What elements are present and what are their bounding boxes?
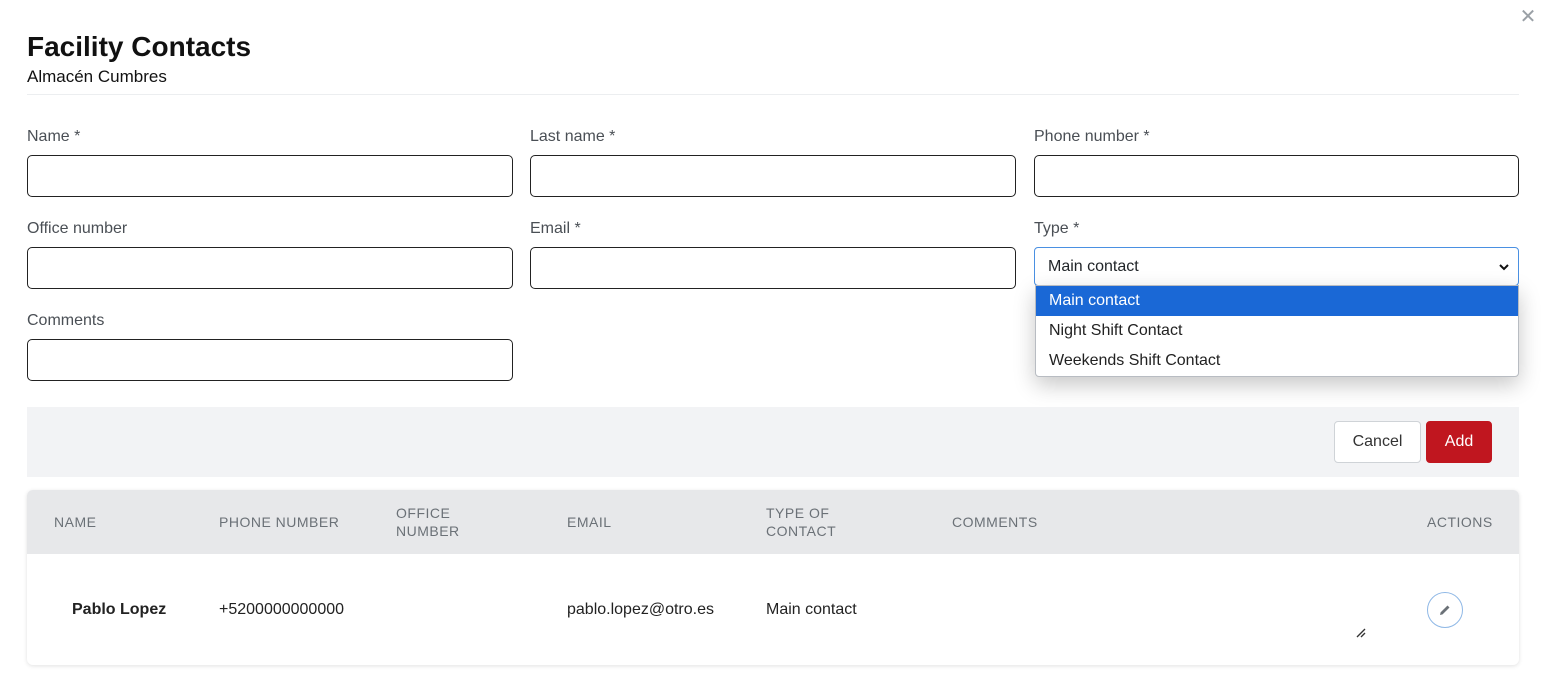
office-input[interactable] [27, 247, 513, 289]
type-option-main-contact[interactable]: Main contact [1036, 286, 1518, 316]
last-name-label: Last name * [530, 128, 616, 145]
email-label: Email * [530, 220, 581, 237]
header-actions: ACTIONS [1427, 514, 1493, 530]
contacts-table: NAME PHONE NUMBER OFFICE NUMBER EMAIL TY… [27, 490, 1519, 665]
last-name-field-group: Last name * [530, 126, 1016, 197]
header-name: NAME [54, 514, 97, 530]
comments-field-group: Comments [27, 310, 513, 381]
office-label: Office number [27, 220, 128, 237]
comments-label: Comments [27, 312, 105, 329]
type-option-night-shift[interactable]: Night Shift Contact [1036, 316, 1518, 346]
office-field-group: Office number [27, 218, 513, 289]
cell-phone: +5200000000000 [219, 600, 345, 618]
type-select[interactable]: Main contact [1034, 247, 1519, 286]
cancel-button[interactable]: Cancel [1334, 421, 1421, 463]
comments-input[interactable] [27, 339, 513, 381]
email-field-group: Email * [530, 218, 1016, 289]
facility-contacts-modal: ✕ Facility Contacts Almacén Cumbres Name… [0, 0, 1548, 677]
type-field-group: Type * Main contact [1034, 218, 1519, 286]
phone-field-group: Phone number * [1034, 126, 1519, 197]
pencil-icon [1440, 605, 1450, 615]
table-header: NAME PHONE NUMBER OFFICE NUMBER EMAIL TY… [27, 490, 1519, 554]
name-field-group: Name * [27, 126, 513, 197]
cell-email: pablo.lopez@otro.es [567, 600, 714, 618]
type-label: Type * [1034, 220, 1080, 237]
close-icon[interactable]: ✕ [1516, 4, 1540, 30]
edit-button[interactable] [1427, 592, 1463, 628]
modal-header: Facility Contacts Almacén Cumbres [27, 30, 1519, 95]
phone-label: Phone number * [1034, 128, 1150, 145]
table-row: Pablo Lopez +5200000000000 pablo.lopez@o… [27, 554, 1519, 665]
chevron-down-icon [1499, 263, 1509, 270]
name-input[interactable] [27, 155, 513, 197]
header-type: TYPE OF CONTACT [766, 505, 837, 539]
phone-input[interactable] [1034, 155, 1519, 197]
type-dropdown-list: Main contact Night Shift Contact Weekend… [1035, 285, 1519, 377]
header-office: OFFICE NUMBER [396, 505, 460, 539]
add-button[interactable]: Add [1426, 421, 1492, 463]
header-email: EMAIL [567, 514, 612, 530]
last-name-input[interactable] [530, 155, 1016, 197]
type-option-weekends-shift[interactable]: Weekends Shift Contact [1036, 346, 1518, 376]
facility-name: Almacén Cumbres [27, 67, 167, 86]
email-input[interactable] [530, 247, 1016, 289]
cell-name: Pablo Lopez [72, 600, 167, 618]
form-action-bar: Cancel Add [27, 407, 1519, 477]
page-title: Facility Contacts [27, 31, 252, 62]
cell-type: Main contact [766, 600, 857, 618]
name-label: Name * [27, 128, 81, 145]
type-select-value: Main contact [1048, 257, 1139, 275]
header-comments: COMMENTS [952, 514, 1038, 530]
resize-handle-icon[interactable] [1354, 626, 1366, 638]
header-phone: PHONE NUMBER [219, 514, 340, 530]
